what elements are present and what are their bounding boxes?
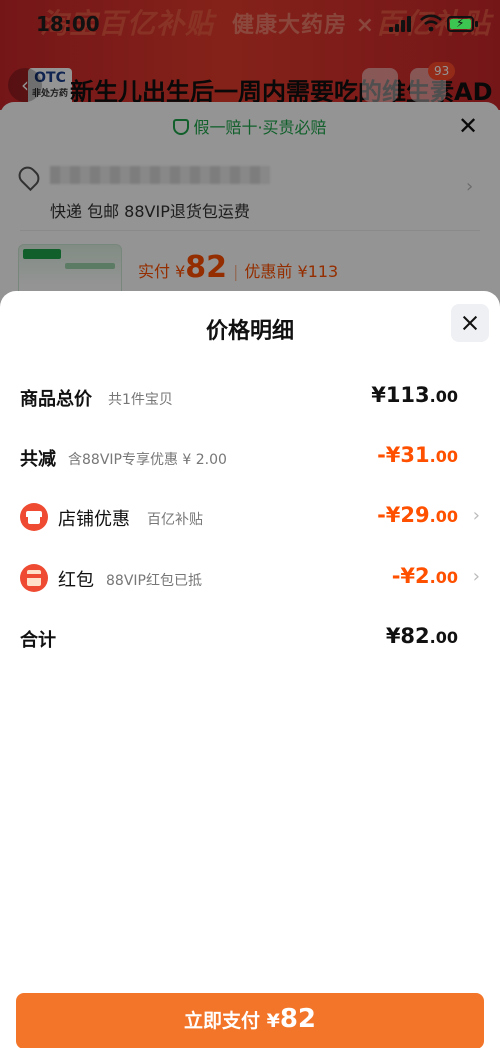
row-label: 商品总价 <box>20 389 92 410</box>
pay-button-amount: 82 <box>279 1004 317 1034</box>
row-value: ¥82.00 <box>385 624 458 648</box>
row-value: ¥113.00 <box>371 383 458 407</box>
row-red-packet[interactable]: 红包 88VIP红包已抵 -¥2.00 › <box>20 558 480 598</box>
row-subtotal: 商品总价 共1件宝贝 ¥113.00 <box>20 377 480 417</box>
red-envelope-icon <box>20 564 48 592</box>
pay-button-label: 立即支付 ¥ <box>183 1010 280 1032</box>
store-icon <box>20 503 48 531</box>
row-label: 红包 <box>58 570 94 591</box>
status-time: 18:00 <box>36 12 100 36</box>
chevron-right-icon: › <box>472 505 480 526</box>
row-label: 店铺优惠 <box>58 509 130 530</box>
row-sub: 百亿补贴 <box>147 512 203 528</box>
pay-now-button[interactable]: 立即支付 ¥82 <box>16 993 484 1048</box>
chevron-right-icon: › <box>472 566 480 587</box>
row-label: 合计 <box>20 630 56 651</box>
row-total-discount: 共减 含88VIP专享优惠 ¥ 2.00 -¥31.00 <box>20 437 480 477</box>
battery-cap <box>475 21 478 27</box>
signal-icon <box>389 16 411 32</box>
close-button[interactable] <box>451 304 489 342</box>
row-sub: 含88VIP专享优惠 ¥ 2.00 <box>68 452 227 468</box>
row-value: -¥29.00 <box>377 503 458 527</box>
row-value: -¥31.00 <box>377 443 458 467</box>
row-store-discount[interactable]: 店铺优惠 百亿补贴 -¥29.00 › <box>20 497 480 537</box>
row-value: -¥2.00 <box>391 564 458 588</box>
row-label: 共减 <box>20 449 56 470</box>
price-detail-sheet: 价格明细 商品总价 共1件宝贝 ¥113.00 共减 含88VIP专享优惠 ¥ … <box>0 291 500 1048</box>
row-sub: 88VIP红包已抵 <box>106 573 202 589</box>
row-sub: 共1件宝贝 <box>108 392 173 408</box>
wifi-icon <box>420 14 442 32</box>
row-grand-total: 合计 ¥82.00 <box>20 618 480 658</box>
battery-icon: ⚡ <box>447 16 474 32</box>
status-bar: 18:00 ⚡ <box>0 0 500 50</box>
sheet-title: 价格明细 <box>205 319 294 344</box>
